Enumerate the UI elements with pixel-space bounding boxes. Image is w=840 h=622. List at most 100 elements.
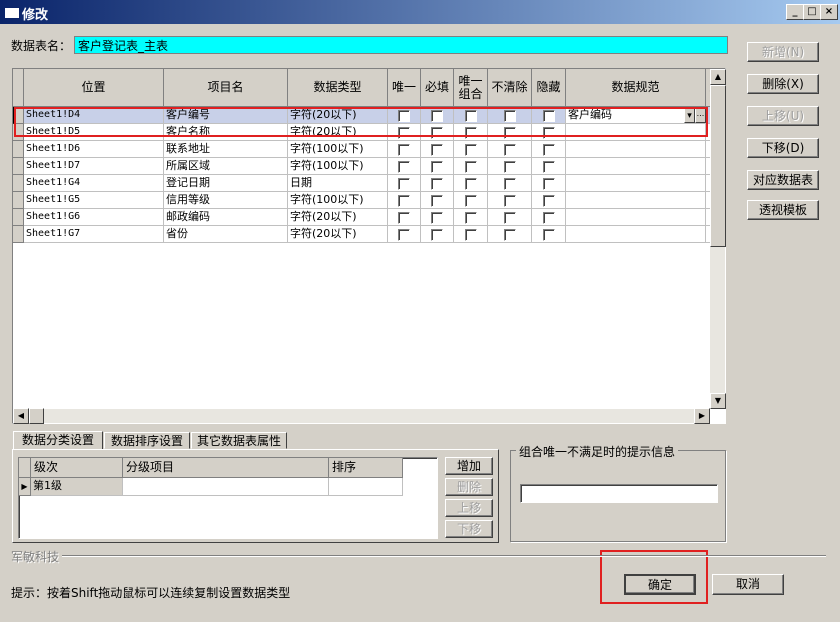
cancel-button[interactable]: 取消 xyxy=(712,574,784,595)
row-checkbox[interactable] xyxy=(465,212,477,224)
scroll-left-icon[interactable]: ◀ xyxy=(13,408,29,424)
row-header[interactable] xyxy=(13,226,24,243)
row-position[interactable]: Sheet1!G5 xyxy=(24,192,164,209)
row-checkbox[interactable] xyxy=(465,110,477,122)
row-checkbox[interactable] xyxy=(543,212,555,224)
row-checkbox[interactable] xyxy=(504,110,516,122)
row-header[interactable] xyxy=(13,192,24,209)
row-checkbox[interactable] xyxy=(431,195,443,207)
row-header[interactable] xyxy=(13,175,24,192)
row-checkbox[interactable] xyxy=(431,161,443,173)
header-required[interactable]: 必填 xyxy=(421,69,454,107)
row-item-name[interactable]: 登记日期 xyxy=(164,175,288,192)
row-item-name[interactable]: 客户名称 xyxy=(164,124,288,141)
row-checkbox[interactable] xyxy=(543,144,555,156)
row-position[interactable]: Sheet1!D6 xyxy=(24,141,164,158)
scroll-down-icon[interactable]: ▼ xyxy=(710,393,726,409)
row-checkbox[interactable] xyxy=(431,144,443,156)
row-data-type[interactable]: 字符(20以下) xyxy=(288,226,388,243)
classify-delete-button[interactable]: 删除 xyxy=(445,478,493,496)
row-data-type[interactable]: 字符(20以下) xyxy=(288,107,388,124)
row-position[interactable]: Sheet1!D5 xyxy=(24,124,164,141)
row-checkbox[interactable] xyxy=(431,110,443,122)
row-position[interactable]: Sheet1!D7 xyxy=(24,158,164,175)
new-button[interactable]: 新增(N) xyxy=(747,42,819,62)
row-data-type[interactable]: 字符(100以下) xyxy=(288,158,388,175)
row-checkbox[interactable] xyxy=(504,127,516,139)
classify-add-button[interactable]: 增加 xyxy=(445,457,493,475)
row-checkbox[interactable] xyxy=(504,178,516,190)
row-checkbox[interactable] xyxy=(543,161,555,173)
classify-up-button[interactable]: 上移 xyxy=(445,499,493,517)
row-data-spec[interactable] xyxy=(566,158,706,175)
row-item-name[interactable]: 联系地址 xyxy=(164,141,288,158)
hscroll-thumb[interactable] xyxy=(29,408,44,424)
row-header[interactable] xyxy=(13,107,24,124)
header-item-name[interactable]: 项目名 xyxy=(164,69,288,107)
spec-dropdown-icon[interactable]: ▾ xyxy=(684,108,695,123)
row-checkbox[interactable] xyxy=(504,229,516,241)
row-checkbox[interactable] xyxy=(543,195,555,207)
pivot-template-button[interactable]: 透视模板 xyxy=(747,200,819,220)
row-checkbox[interactable] xyxy=(504,161,516,173)
row-item-name[interactable]: 客户编号 xyxy=(164,107,288,124)
classify-down-button[interactable]: 下移 xyxy=(445,520,493,538)
title-bar[interactable]: 修改 _ □ × xyxy=(0,0,840,24)
row-position[interactable]: Sheet1!G4 xyxy=(24,175,164,192)
row-header[interactable] xyxy=(13,141,24,158)
row-data-spec[interactable] xyxy=(566,192,706,209)
header-unique-combo[interactable]: 唯一 组合 xyxy=(454,69,488,107)
tab-other-props[interactable]: 其它数据表属性 xyxy=(191,432,287,449)
row-item-name[interactable]: 所属区域 xyxy=(164,158,288,175)
row-checkbox[interactable] xyxy=(431,178,443,190)
row-checkbox[interactable] xyxy=(504,144,516,156)
row-data-spec[interactable] xyxy=(566,209,706,226)
row-checkbox[interactable] xyxy=(398,161,410,173)
row-checkbox[interactable] xyxy=(398,195,410,207)
delete-button[interactable]: 删除(X) xyxy=(747,74,819,94)
row-data-type[interactable]: 字符(20以下) xyxy=(288,209,388,226)
row-data-type[interactable]: 字符(20以下) xyxy=(288,124,388,141)
row-data-type[interactable]: 日期 xyxy=(288,175,388,192)
header-position[interactable]: 位置 xyxy=(24,69,164,107)
classify-row-sort[interactable] xyxy=(329,478,403,496)
spec-ellipsis-button[interactable]: ... xyxy=(695,108,706,123)
combo-hint-input[interactable] xyxy=(520,484,718,503)
row-header[interactable] xyxy=(13,209,24,226)
header-hidden[interactable]: 隐藏 xyxy=(532,69,566,107)
row-data-type[interactable]: 字符(100以下) xyxy=(288,192,388,209)
move-up-button[interactable]: 上移(U) xyxy=(747,106,819,126)
row-header[interactable] xyxy=(13,158,24,175)
classify-row-level[interactable]: 第1级 xyxy=(31,478,123,496)
row-item-name[interactable]: 省份 xyxy=(164,226,288,243)
map-table-button[interactable]: 对应数据表 xyxy=(747,170,819,190)
row-checkbox[interactable] xyxy=(431,212,443,224)
row-checkbox[interactable] xyxy=(398,178,410,190)
row-checkbox[interactable] xyxy=(398,229,410,241)
row-checkbox[interactable] xyxy=(465,127,477,139)
row-checkbox[interactable] xyxy=(543,110,555,122)
row-data-spec[interactable] xyxy=(566,175,706,192)
row-header[interactable] xyxy=(13,124,24,141)
row-checkbox[interactable] xyxy=(543,229,555,241)
row-data-spec[interactable] xyxy=(566,226,706,243)
row-data-spec[interactable] xyxy=(566,141,706,158)
row-item-name[interactable]: 邮政编码 xyxy=(164,209,288,226)
classify-row-item[interactable] xyxy=(123,478,329,496)
row-checkbox[interactable] xyxy=(465,195,477,207)
header-no-clear[interactable]: 不清除 xyxy=(488,69,532,107)
row-checkbox[interactable] xyxy=(465,178,477,190)
header-data-spec[interactable]: 数据规范 xyxy=(566,69,706,107)
row-position[interactable]: Sheet1!G6 xyxy=(24,209,164,226)
row-position[interactable]: Sheet1!G7 xyxy=(24,226,164,243)
row-position[interactable]: Sheet1!D4 xyxy=(24,107,164,124)
grid-hscroll[interactable]: ◀ ▶ xyxy=(13,408,710,424)
row-checkbox[interactable] xyxy=(465,161,477,173)
row-checkbox[interactable] xyxy=(465,229,477,241)
row-data-spec[interactable] xyxy=(566,124,706,141)
row-checkbox[interactable] xyxy=(398,110,410,122)
maximize-button[interactable]: □ xyxy=(803,4,821,20)
row-checkbox[interactable] xyxy=(431,229,443,241)
header-unique[interactable]: 唯一 xyxy=(388,69,421,107)
ok-button[interactable]: 确定 xyxy=(624,574,696,595)
